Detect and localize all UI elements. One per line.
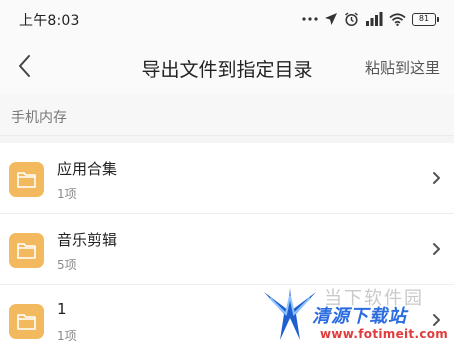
chevron-left-icon: [19, 55, 30, 77]
alarm-icon: [345, 11, 358, 26]
folder-name: 1: [57, 300, 67, 318]
status-time: 上午8:03: [19, 13, 80, 29]
location-icon: [325, 13, 337, 25]
watermark-text-2: 清源下载站: [312, 306, 407, 327]
watermark-logo-icon: [264, 288, 316, 340]
back-button[interactable]: [12, 52, 40, 80]
folder-name: 应用合集: [57, 160, 118, 178]
breadcrumb-bar: 手机内存: [0, 94, 454, 136]
status-icons: 81: [302, 10, 439, 28]
signal-icon: [366, 12, 383, 26]
breadcrumb[interactable]: 手机内存: [11, 107, 67, 127]
folder-row[interactable]: 音乐剪辑 5项: [0, 214, 454, 285]
dots-icon: [302, 17, 318, 21]
folder-name: 音乐剪辑: [57, 231, 118, 249]
folder-item-count: 1项: [57, 329, 77, 343]
status-bar: 上午8:03 81: [0, 0, 454, 38]
folder-item-count: 5项: [57, 258, 77, 272]
folder-row[interactable]: 应用合集 1项: [0, 143, 454, 214]
paste-here-button[interactable]: 粘贴到这里: [365, 57, 440, 78]
folder-icon: [9, 233, 44, 268]
watermark-url: www.fotimeit.com: [320, 327, 449, 341]
title-bar: 导出文件到指定目录 粘贴到这里: [0, 38, 454, 94]
chevron-right-icon: [433, 243, 440, 255]
section-divider: [0, 136, 454, 143]
folder-item-count: 1项: [57, 187, 77, 201]
folder-icon: [9, 162, 44, 197]
chevron-right-icon: [433, 172, 440, 184]
wifi-icon: [389, 12, 406, 26]
folder-icon: [9, 304, 44, 339]
battery-icon: 81: [412, 12, 439, 26]
watermark: 当下软件园 清源下载站 www.fotimeit.com: [262, 284, 454, 347]
